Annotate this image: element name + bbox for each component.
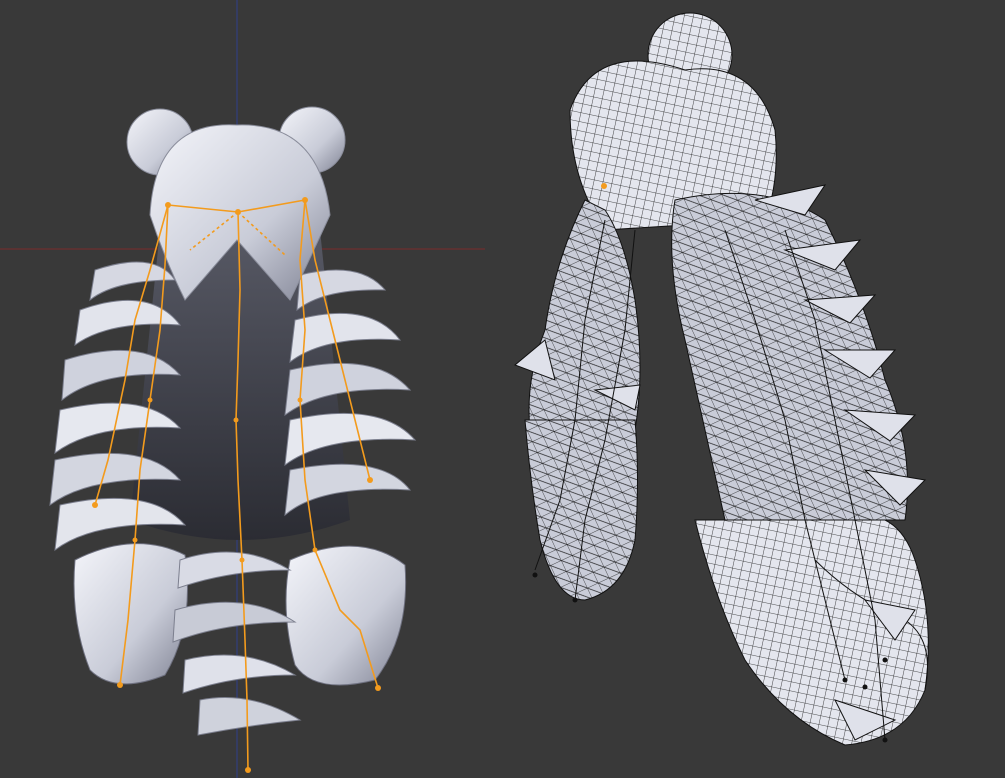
viewport-front[interactable] bbox=[0, 0, 485, 778]
viewport-front-canvas bbox=[0, 0, 485, 778]
viewport-side[interactable] bbox=[485, 0, 1005, 778]
armature-joint-side bbox=[601, 183, 607, 189]
viewport-side-canvas bbox=[514, 12, 929, 746]
